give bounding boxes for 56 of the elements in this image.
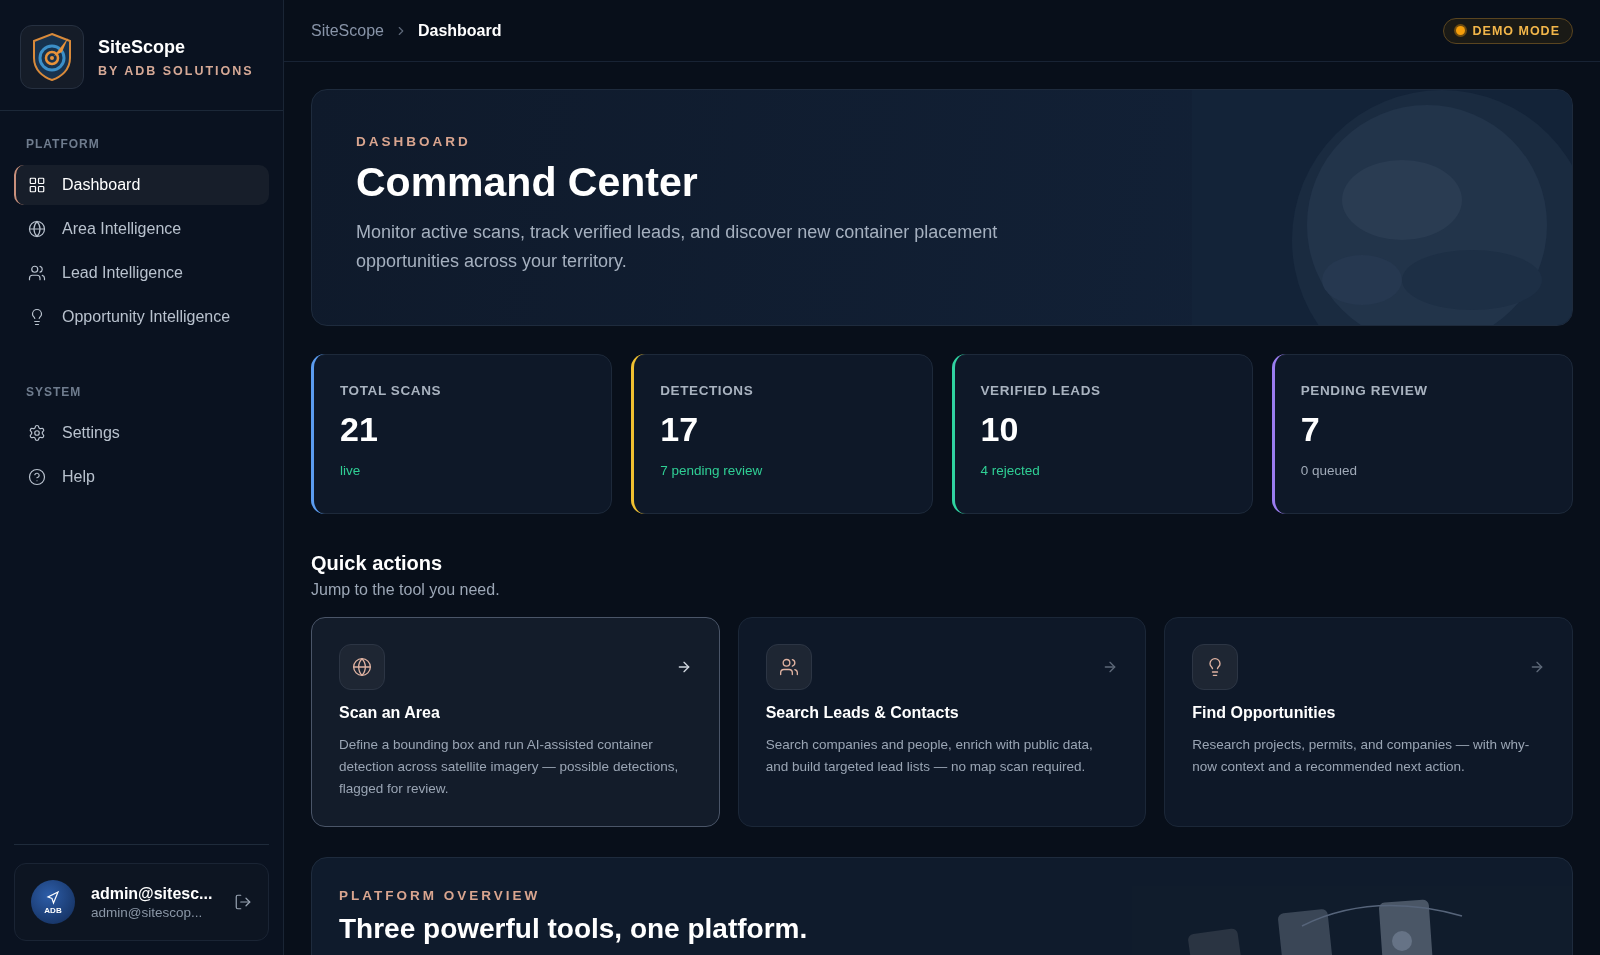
nav-item[interactable]: Dashboard (14, 165, 269, 205)
stat-value: 10 (980, 410, 1020, 449)
stat-value: 17 (660, 410, 700, 449)
hero-eyebrow: DASHBOARD (356, 134, 472, 149)
stat-note: 7 pending review (660, 463, 764, 478)
nav-item[interactable]: Lead Intelligence (14, 253, 269, 293)
section-heading: SYSTEM (25, 384, 83, 401)
settings-icon (28, 424, 46, 442)
card-title: Scan an Area (339, 704, 441, 722)
section-title: Quick actions (311, 552, 444, 575)
nav-item[interactable]: Settings (14, 413, 269, 453)
nav-item[interactable]: Opportunity Intelligence (14, 297, 269, 337)
hero-title: Command Center (356, 159, 699, 206)
avatar-text: ADB (44, 905, 62, 915)
stat-value: 7 (1300, 410, 1321, 449)
overview-title: Three powerful tools, one platform. (339, 913, 809, 945)
breadcrumb-item[interactable]: Dashboard (417, 21, 502, 40)
lightbulb-icon (1192, 644, 1239, 690)
cursor-icon (45, 889, 61, 906)
card-title: Find Opportunities (1192, 704, 1337, 722)
globe-icon (339, 644, 385, 690)
overview-eyebrow: PLATFORM OVERVIEW (339, 888, 542, 903)
stat-label: PENDING REVIEW (1300, 383, 1429, 398)
brand-tagline: BY ADB SOLUTIONS (98, 63, 254, 78)
user-email: admin@sitescop... (91, 904, 204, 920)
action-card[interactable]: Find Opportunities Research projects, permits, and companies — with why-now context and a recommended next action. (1164, 617, 1573, 827)
card-description: Define a bounding box and run AI-assisted container detection across satellite imagery — possible detections, flagged for review. (339, 736, 680, 798)
card-description: Search companies and people, enrich with public data, and build targeted lead lists — no map scan required. (765, 736, 1094, 776)
user-name: admin@sitesc... (91, 884, 214, 903)
demo-mode-badge: DEMO MODE (1442, 17, 1573, 44)
stat-label: DETECTIONS (660, 383, 755, 398)
hero-description: Monitor active scans, track verified leads, and discover new container placement opportunities across your territory. (356, 221, 999, 273)
card-title: Search Leads & Contacts (765, 704, 960, 722)
grid-icon (28, 176, 46, 194)
action-card[interactable]: Search Leads & Contacts Search companies and people, enrich with public data, and build targeted lead lists — no map scan required. (737, 617, 1147, 827)
logout-icon[interactable] (234, 893, 252, 911)
help-icon (28, 468, 46, 486)
users-icon (28, 264, 46, 282)
card-description: Research projects, permits, and companies — with why-now context and a recommended next action. (1192, 736, 1531, 776)
breadcrumb-item[interactable]: SiteScope (311, 21, 384, 40)
nav-item[interactable]: Help (14, 457, 269, 497)
stat-note: 4 rejected (980, 463, 1041, 478)
status-dot (1455, 26, 1465, 35)
logo-icon (20, 25, 84, 89)
stat-value: 21 (340, 410, 379, 449)
stat-label: VERIFIED LEADS (980, 383, 1102, 398)
brand-name: SiteScope (98, 36, 187, 58)
users-icon (765, 644, 812, 690)
globe-icon (28, 220, 46, 238)
section-subtitle: Jump to the tool you need. (311, 581, 501, 599)
stat-note: 0 queued (1300, 463, 1359, 478)
nav-item[interactable]: Area Intelligence (14, 209, 269, 249)
section-heading: PLATFORM (25, 136, 101, 153)
action-card[interactable]: Scan an Area Define a bounding box and run AI-assisted container detection across satellite imagery — possible detections, flagged for review. (311, 617, 720, 827)
stat-note: live (340, 463, 362, 478)
stat-label: TOTAL SCANS (340, 383, 443, 398)
